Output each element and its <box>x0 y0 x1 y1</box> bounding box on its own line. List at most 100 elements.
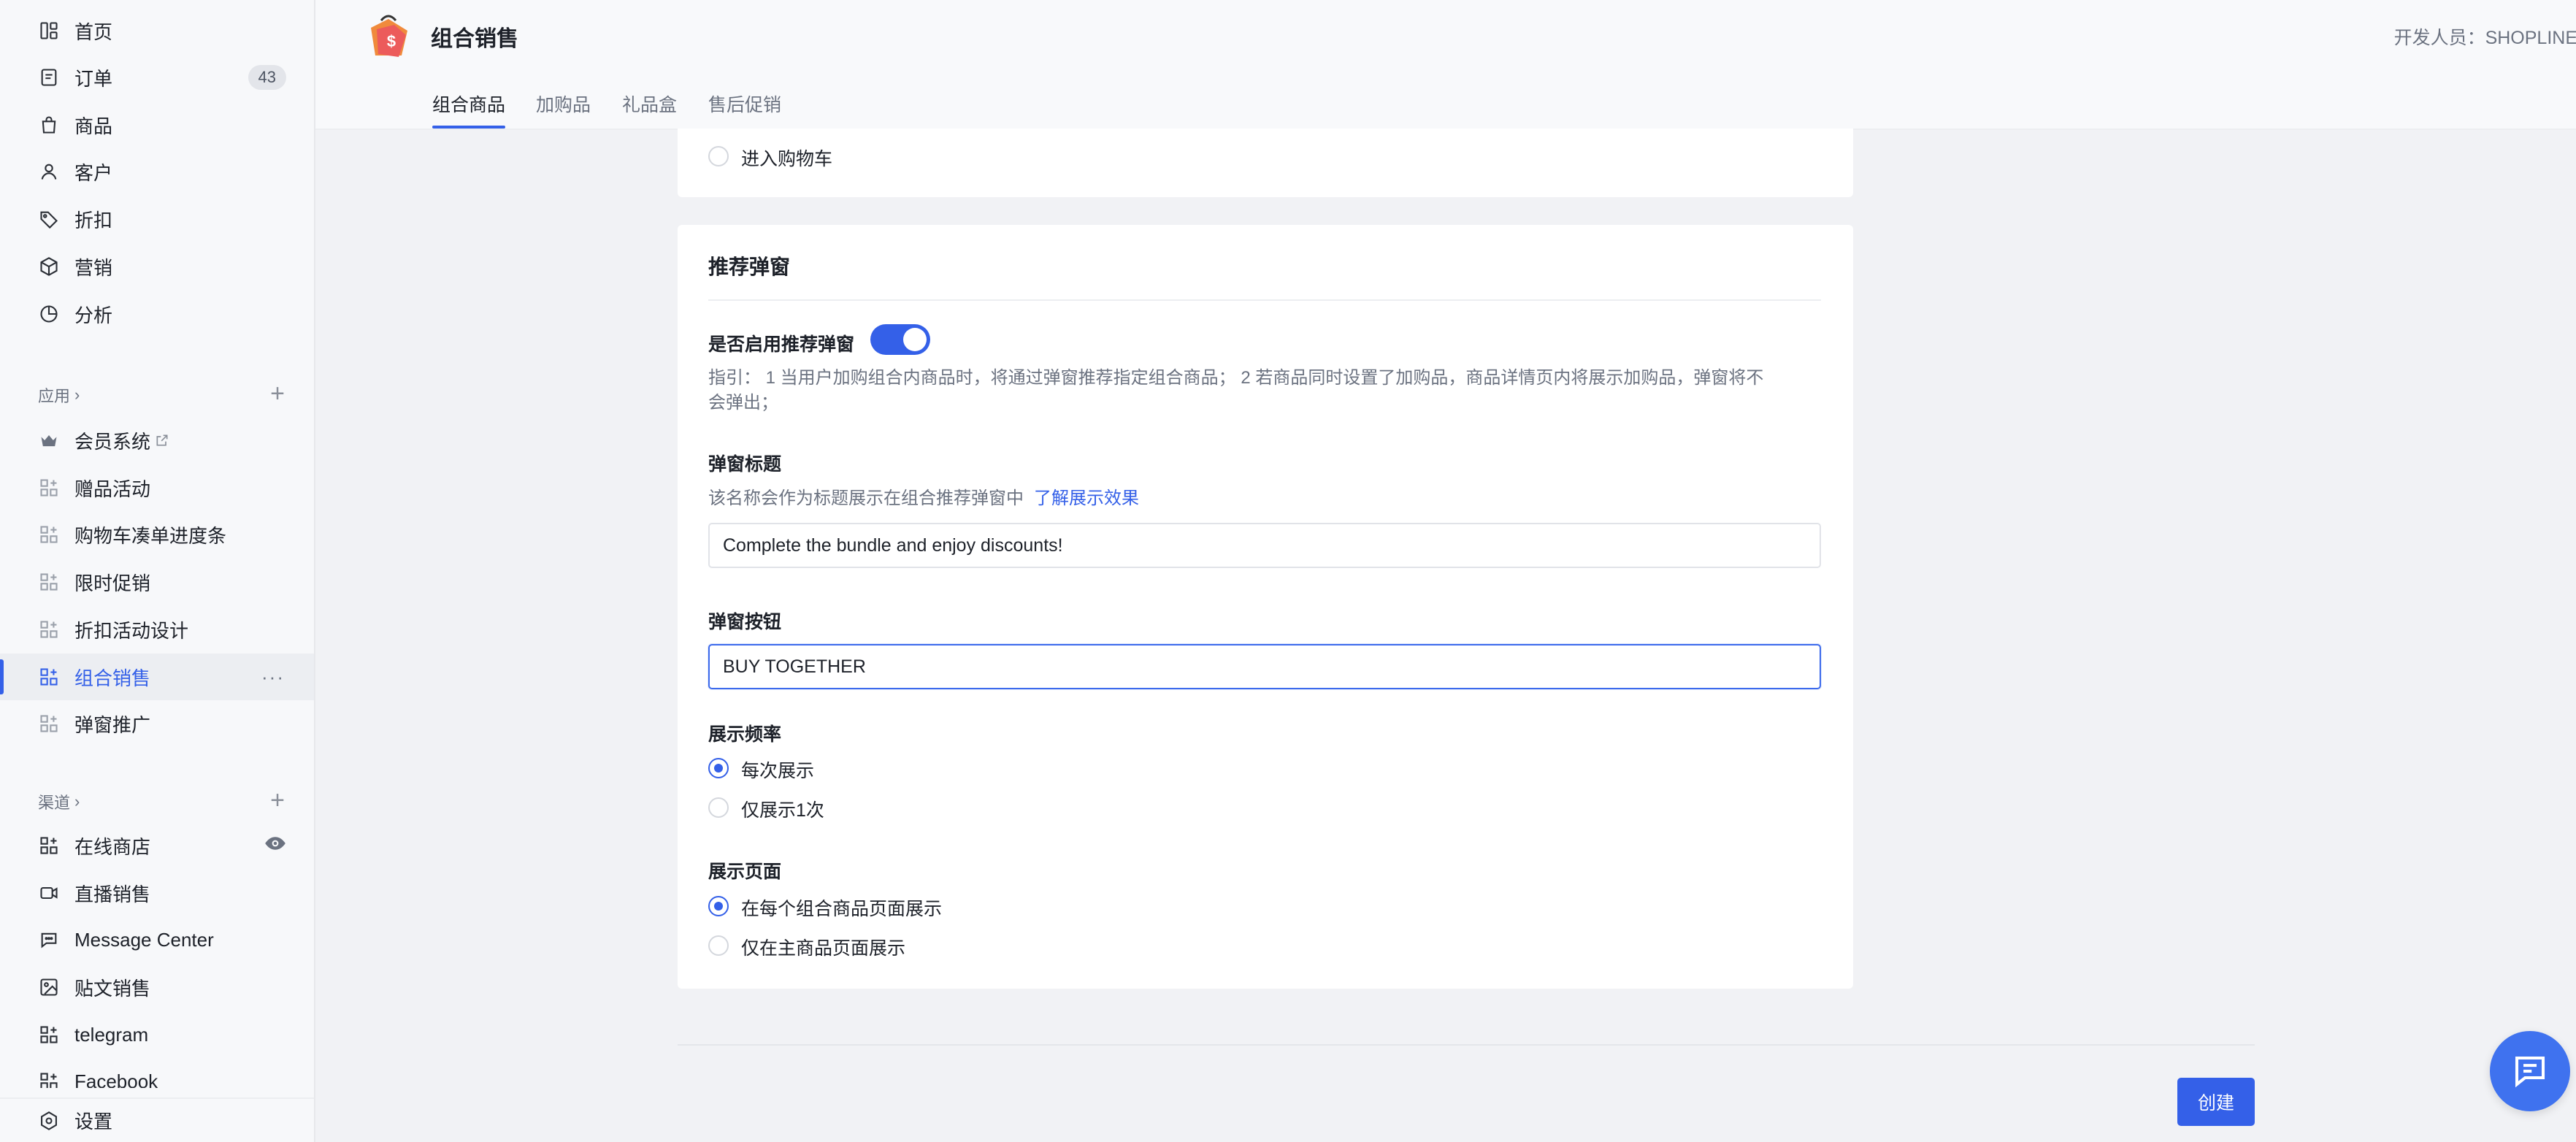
sidebar-app-popup-promo[interactable]: 弹窗推广 <box>0 700 314 747</box>
app-grid-icon <box>38 524 60 545</box>
dashboard-icon <box>38 20 60 42</box>
sidebar-channel-message-center[interactable]: Message Center <box>0 916 314 963</box>
frequency-every-time-radio[interactable] <box>708 758 729 778</box>
sidebar-channel-facebook[interactable]: Facebook <box>0 1059 314 1088</box>
page-main-only-radio[interactable] <box>708 935 729 956</box>
enable-popup-label: 是否启用推荐弹窗 <box>708 334 855 355</box>
learn-display-effect-link[interactable]: 了解展示效果 <box>1034 488 1139 508</box>
guide-line-2: 会弹出； <box>708 393 778 413</box>
sidebar-channel-telegram[interactable]: telegram <box>0 1011 314 1058</box>
nav-label: 设置 <box>74 1111 113 1133</box>
sidebar-channel-live-sales[interactable]: 直播销售 <box>0 870 314 916</box>
add-app-button[interactable]: + <box>270 381 285 406</box>
sidebar-channel-online-store[interactable]: 在线商店 <box>0 822 314 869</box>
frequency-every-time-label: 每次展示 <box>741 761 815 781</box>
chat-icon <box>38 929 60 951</box>
pie-chart-icon <box>38 303 60 325</box>
tab-add-on-products[interactable]: 加购品 <box>536 91 591 129</box>
tab-bundle-products[interactable]: 组合商品 <box>432 91 506 129</box>
nav-item-analytics[interactable]: 分析 <box>0 291 314 337</box>
nav-label: 赠品活动 <box>74 478 151 500</box>
user-icon <box>38 161 60 183</box>
nav-label: Facebook <box>74 1070 158 1088</box>
page-all-bundle-label: 在每个组合商品页面展示 <box>741 899 943 919</box>
chevron-right-icon: › <box>74 386 80 404</box>
popup-button-label: 弹窗按钮 <box>708 612 782 632</box>
nav-label: 商品 <box>74 115 113 137</box>
nav-label: 贴文销售 <box>74 977 151 1000</box>
create-button[interactable]: 创建 <box>2177 1078 2255 1126</box>
chevron-right-icon: › <box>74 792 80 810</box>
cart-behavior-card: 进入购物车 <box>678 129 1853 197</box>
bundle-app-logo-icon: $ <box>367 13 410 60</box>
app-grid-icon <box>38 571 60 593</box>
nav-item-orders[interactable]: 订单 43 <box>0 54 314 101</box>
enter-cart-radio[interactable] <box>708 146 729 166</box>
popup-title-label: 弹窗标题 <box>708 454 782 475</box>
apps-section-header[interactable]: 应用 › <box>38 383 80 407</box>
frequency-once-radio[interactable] <box>708 797 729 818</box>
popup-button-input[interactable] <box>708 644 1821 689</box>
footer-divider <box>678 1044 2255 1046</box>
page-title: 组合销售 <box>431 27 518 51</box>
card-title: 推荐弹窗 <box>708 256 791 278</box>
more-options-icon[interactable]: ··· <box>261 666 285 689</box>
popup-title-input[interactable] <box>708 523 1821 568</box>
nav-label: 弹窗推广 <box>74 713 151 736</box>
bag-icon <box>38 114 60 136</box>
nav-label: 组合销售 <box>74 667 151 689</box>
nav-item-marketing[interactable]: 营销 <box>0 243 314 290</box>
sidebar-app-gifts[interactable]: 赠品活动 <box>0 464 314 511</box>
nav-label: 折扣活动设计 <box>74 619 189 642</box>
nav-item-customers[interactable]: 客户 <box>0 148 314 195</box>
app-grid-icon <box>38 618 60 640</box>
app-grid-icon <box>38 835 60 856</box>
nav-label: telegram <box>74 1023 149 1046</box>
app-header: $ 组合销售 开发人员：SHOPLINE 组合商品 加购品 礼品盒 售后促销 <box>315 0 2576 130</box>
external-link-icon <box>155 433 169 448</box>
sidebar-app-cart-progress[interactable]: 购物车凑单进度条 <box>0 511 314 558</box>
app-grid-icon <box>38 713 60 735</box>
nav-item-products[interactable]: 商品 <box>0 101 314 148</box>
settings-icon <box>38 1110 60 1132</box>
sidebar-app-flash-sale[interactable]: 限时促销 <box>0 559 314 605</box>
guide-text: 指引： 1 当用户加购组合内商品时，将通过弹窗推荐指定组合商品； 2 若商品同时… <box>708 364 1825 418</box>
page-main-only-label: 仅在主商品页面展示 <box>741 938 906 959</box>
app-grid-icon <box>38 666 60 688</box>
channels-section-header[interactable]: 渠道 › <box>38 790 80 813</box>
crown-icon <box>38 429 60 451</box>
tag-icon <box>38 208 60 230</box>
nav-label: 折扣 <box>74 209 113 231</box>
chat-support-button[interactable] <box>2490 1031 2570 1111</box>
nav-item-home[interactable]: 首页 <box>0 7 314 54</box>
nav-label: 营销 <box>74 256 113 279</box>
sidebar-app-membership[interactable]: 会员系统 <box>0 417 314 464</box>
sidebar-app-bundle-sales[interactable]: 组合销售 ··· <box>0 654 314 700</box>
message-icon <box>2510 1051 2550 1091</box>
nav-item-discounts[interactable]: 折扣 <box>0 196 314 242</box>
recommend-popup-card: 推荐弹窗 是否启用推荐弹窗 指引： 1 当用户加购组合内商品时，将通过弹窗推荐指… <box>678 225 1853 989</box>
app-grid-icon <box>38 1024 60 1046</box>
app-grid-icon <box>38 477 60 499</box>
sidebar-channel-post-sales[interactable]: 贴文销售 <box>0 964 314 1011</box>
page-all-bundle-radio[interactable] <box>708 896 729 916</box>
eye-icon[interactable] <box>264 832 286 859</box>
nav-label: 会员系统 <box>74 430 151 453</box>
nav-label: 分析 <box>74 304 113 326</box>
frequency-label: 展示频率 <box>708 724 782 745</box>
tab-gift-box[interactable]: 礼品盒 <box>622 91 677 129</box>
order-icon <box>38 66 60 88</box>
tab-after-sale-promo[interactable]: 售后促销 <box>708 91 781 129</box>
nav-label: Message Center <box>74 928 214 951</box>
nav-item-settings[interactable]: 设置 <box>0 1097 314 1142</box>
sidebar-app-discount-design[interactable]: 折扣活动设计 <box>0 606 314 653</box>
developer-label: 开发人员：SHOPLINE <box>2393 28 2576 48</box>
popup-title-hint-text: 该名称会作为标题展示在组合推荐弹窗中 <box>708 488 1024 508</box>
order-count-badge: 43 <box>248 65 286 90</box>
svg-text:$: $ <box>387 32 396 50</box>
enable-popup-toggle[interactable] <box>870 324 930 355</box>
sidebar: 首页 订单 43 商品 客户 折扣 营销 分析 应用 › + 会员系统 赠品活动… <box>0 0 315 1142</box>
add-channel-button[interactable]: + <box>270 788 285 813</box>
app-grid-icon <box>38 1070 60 1088</box>
card-divider <box>708 299 1821 301</box>
